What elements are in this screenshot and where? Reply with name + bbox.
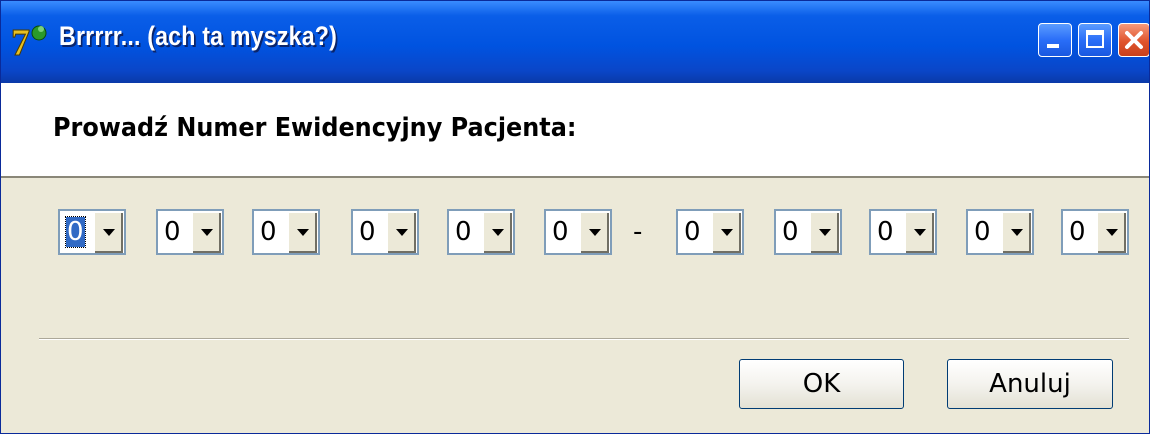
minimize-icon	[1047, 44, 1059, 48]
digit-select-8[interactable]: 0	[774, 209, 842, 255]
digit-separator: -	[633, 217, 643, 247]
digit-value: 0	[782, 217, 799, 247]
digit-select-11[interactable]: 0	[1061, 209, 1129, 255]
digit-value: 0	[65, 216, 86, 248]
title-bar[interactable]: 7 Brrrrr... (ach ta myszka?)	[1, 1, 1149, 83]
digit-value: 0	[164, 217, 181, 247]
close-button[interactable]	[1118, 23, 1149, 57]
app-icon: 7	[11, 22, 47, 63]
prompt-label: Prowadź Numer Ewidencyjny Pacjenta:	[53, 113, 577, 143]
digit-value: 0	[974, 217, 991, 247]
digit-value: 0	[684, 217, 701, 247]
digit-value: 0	[552, 217, 569, 247]
digit-select-1[interactable]: 0	[58, 209, 126, 255]
digit-select-10[interactable]: 0	[966, 209, 1034, 255]
digit-value: 0	[877, 217, 894, 247]
digit-value: 0	[1069, 217, 1086, 247]
digit-select-5[interactable]: 0	[447, 209, 515, 255]
header-panel: Prowadź Numer Ewidencyjny Pacjenta:	[1, 83, 1149, 178]
digit-select-2[interactable]: 0	[156, 209, 224, 255]
close-icon	[1125, 31, 1143, 49]
chevron-down-icon[interactable]	[1002, 212, 1031, 253]
chevron-down-icon[interactable]	[94, 212, 123, 253]
chevron-down-icon[interactable]	[810, 212, 839, 253]
digit-value: 0	[455, 217, 472, 247]
chevron-down-icon[interactable]	[580, 212, 609, 253]
digit-select-7[interactable]: 0	[676, 209, 744, 255]
chevron-down-icon[interactable]	[192, 212, 221, 253]
digit-value: 0	[260, 217, 277, 247]
digit-select-9[interactable]: 0	[869, 209, 937, 255]
digit-value: 0	[359, 217, 376, 247]
chevron-down-icon[interactable]	[1097, 212, 1126, 253]
chevron-down-icon[interactable]	[288, 212, 317, 253]
divider	[39, 338, 1129, 340]
digit-select-4[interactable]: 0	[351, 209, 419, 255]
window-title: Brrrrr... (ach ta myszka?)	[59, 21, 338, 51]
chevron-down-icon[interactable]	[905, 212, 934, 253]
chevron-down-icon[interactable]	[712, 212, 741, 253]
chevron-down-icon[interactable]	[483, 212, 512, 253]
chevron-down-icon[interactable]	[387, 212, 416, 253]
digit-select-6[interactable]: 0	[544, 209, 612, 255]
maximize-icon	[1086, 30, 1104, 48]
dialog-window: 7 Brrrrr... (ach ta myszka?) Prowadź Num…	[0, 0, 1150, 434]
svg-text:7: 7	[11, 22, 30, 63]
minimize-button[interactable]	[1038, 23, 1072, 57]
digit-select-3[interactable]: 0	[252, 209, 320, 255]
ok-button[interactable]: OK	[739, 359, 904, 409]
maximize-button[interactable]	[1078, 23, 1112, 57]
cancel-button[interactable]: Anuluj	[947, 359, 1113, 409]
